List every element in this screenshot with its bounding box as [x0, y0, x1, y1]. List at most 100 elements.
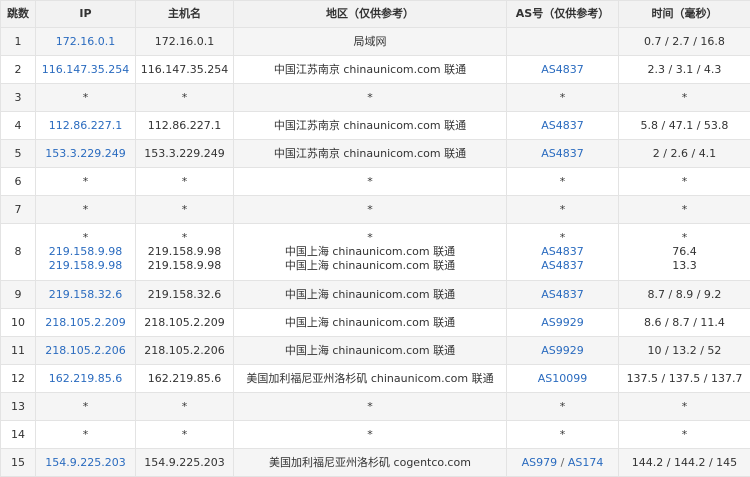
- time-text: 137.5 / 137.5 / 137.7: [626, 371, 743, 385]
- as-link[interactable]: AS4837: [541, 245, 584, 258]
- ip-cell: *: [35, 83, 136, 112]
- as-line: *: [511, 175, 614, 189]
- ip-link[interactable]: 219.158.9.98: [40, 259, 131, 273]
- hostname-cell: *: [135, 83, 234, 112]
- hostname-cell: *: [135, 392, 234, 421]
- hostname-text: 218.105.2.206: [144, 343, 225, 357]
- hostname-cell: 172.16.0.1: [135, 27, 234, 56]
- time-text: *: [681, 427, 688, 441]
- hostname-text: *: [181, 399, 188, 413]
- as-text: *: [559, 174, 566, 188]
- as-line: *: [511, 203, 614, 217]
- as-link[interactable]: AS9929: [541, 344, 584, 357]
- as-cell: *: [506, 167, 619, 196]
- as-cell: *: [506, 83, 619, 112]
- header-as[interactable]: AS号（仅供参考）: [506, 0, 619, 28]
- hostname-text: *: [181, 202, 188, 216]
- time-cell: 2 / 2.6 / 4.1: [618, 139, 750, 168]
- ip-link[interactable]: 116.147.35.254: [40, 63, 131, 77]
- hostname-text: 219.158.32.6: [147, 287, 222, 301]
- time-cell: 10 / 13.2 / 52: [618, 336, 750, 365]
- ip-link[interactable]: 112.86.227.1: [40, 119, 131, 133]
- region-text: *: [367, 399, 373, 413]
- region-text: 中国上海 chinaunicom.com 联通: [284, 245, 456, 258]
- as-link[interactable]: AS9929: [541, 316, 584, 329]
- as-text: *: [559, 231, 566, 244]
- as-link[interactable]: AS4837: [541, 288, 584, 301]
- time-text: 10 / 13.2 / 52: [647, 343, 722, 357]
- region-cell: 中国江苏南京 chinaunicom.com 联通: [233, 139, 507, 168]
- region-text: 中国江苏南京 chinaunicom.com 联通: [273, 118, 467, 132]
- as-link[interactable]: AS979: [522, 456, 558, 469]
- hop-cell: 2: [0, 55, 36, 84]
- ip-link[interactable]: 219.158.9.98: [40, 245, 131, 259]
- ip-link[interactable]: 154.9.225.203: [40, 456, 131, 470]
- hop-cell: 3: [0, 83, 36, 112]
- as-link[interactable]: AS4837: [541, 147, 584, 160]
- header-time[interactable]: 时间（毫秒）: [618, 0, 750, 28]
- region-text: *: [367, 427, 373, 441]
- as-line: AS4837: [511, 119, 614, 133]
- as-link[interactable]: AS174: [568, 456, 604, 469]
- as-line: AS4837: [511, 245, 614, 259]
- time-text: *: [681, 90, 688, 104]
- as-link[interactable]: AS4837: [541, 119, 584, 132]
- as-link[interactable]: AS10099: [538, 372, 588, 385]
- region-cell: 局域网: [233, 27, 507, 56]
- ip-cell: 172.16.0.1: [35, 27, 136, 56]
- ip-cell: 153.3.229.249: [35, 139, 136, 168]
- hostname-text: 219.158.9.98: [147, 245, 222, 258]
- as-line: *: [511, 428, 614, 442]
- as-line: AS979 / AS174: [511, 456, 614, 470]
- time-text: 8.7 / 8.9 / 9.2: [647, 287, 722, 301]
- header-hop[interactable]: 跳数: [0, 0, 36, 28]
- ip-link[interactable]: 162.219.85.6: [40, 372, 131, 386]
- ip-link[interactable]: 153.3.229.249: [40, 147, 131, 161]
- hop-cell: 6: [0, 167, 36, 196]
- as-line: *: [511, 231, 614, 245]
- hostname-cell: 219.158.32.6: [135, 280, 234, 309]
- hop-cell: 7: [0, 195, 36, 224]
- hop-cell: 4: [0, 111, 36, 140]
- region-text: 中国江苏南京 chinaunicom.com 联通: [273, 146, 467, 160]
- as-cell: * AS4837 AS4837: [506, 223, 619, 281]
- time-cell: * 76.4 13.3: [618, 223, 750, 281]
- hop-cell: 9: [0, 280, 36, 309]
- time-text: 0.7 / 2.7 / 16.8: [644, 34, 725, 48]
- as-link[interactable]: AS4837: [541, 63, 584, 76]
- time-cell: *: [618, 195, 750, 224]
- as-line: [511, 35, 614, 49]
- as-cell: *: [506, 420, 619, 449]
- region-text: 美国加利福尼亚州洛杉矶 chinaunicom.com 联通: [246, 371, 494, 385]
- ip-link[interactable]: 218.105.2.206: [40, 344, 131, 358]
- as-text: *: [559, 202, 566, 216]
- ip-cell: *: [35, 195, 136, 224]
- header-hostname[interactable]: 主机名: [135, 0, 234, 28]
- ip-text: *: [82, 202, 89, 216]
- ip-link[interactable]: 218.105.2.209: [40, 316, 131, 330]
- ip-link[interactable]: 172.16.0.1: [40, 35, 131, 49]
- region-text: 中国上海 chinaunicom.com 联通: [284, 343, 456, 357]
- as-link[interactable]: AS4837: [541, 259, 584, 272]
- as-cell: AS4837: [506, 280, 619, 309]
- ip-link[interactable]: 219.158.32.6: [40, 288, 131, 302]
- hostname-cell: * 219.158.9.98 219.158.9.98: [135, 223, 234, 281]
- as-cell: *: [506, 195, 619, 224]
- as-separator: /: [557, 455, 568, 469]
- as-line: AS4837: [511, 259, 614, 273]
- region-text: 中国上海 chinaunicom.com 联通: [284, 315, 456, 329]
- header-ip[interactable]: IP: [35, 0, 136, 28]
- as-cell: AS979 / AS174: [506, 448, 619, 477]
- time-cell: *: [618, 420, 750, 449]
- ip-text: *: [82, 399, 89, 413]
- ip-cell: 154.9.225.203: [35, 448, 136, 477]
- as-cell: AS9929: [506, 308, 619, 337]
- time-text: 5.8 / 47.1 / 53.8: [640, 118, 729, 132]
- region-cell: *: [233, 392, 507, 421]
- time-cell: 5.8 / 47.1 / 53.8: [618, 111, 750, 140]
- time-text: 76.4: [672, 245, 697, 258]
- table-row: 8 * 219.158.9.98 219.158.9.98 * 219.158.9.98 2…: [0, 223, 750, 281]
- header-region[interactable]: 地区（仅供参考）: [233, 0, 507, 28]
- region-cell: *: [233, 420, 507, 449]
- hostname-cell: 218.105.2.206: [135, 336, 234, 365]
